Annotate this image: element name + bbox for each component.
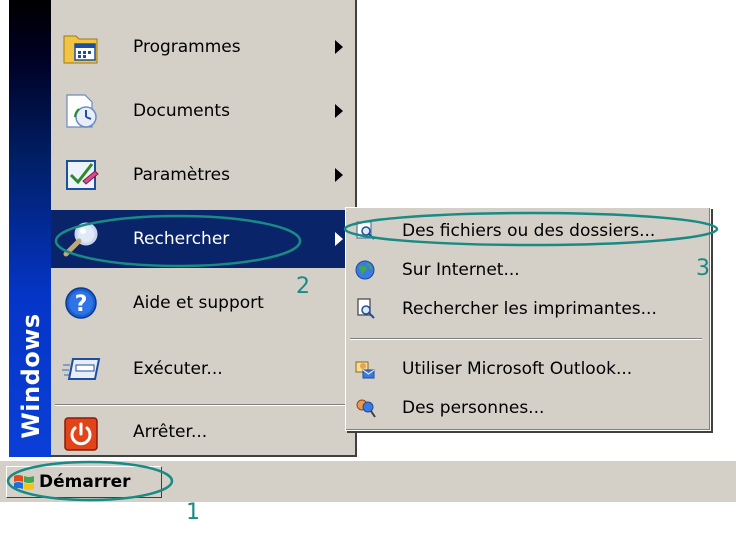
annotation-step-3: 3	[696, 256, 710, 281]
search-submenu: Des fichiers ou des dossiers... Sur Inte…	[345, 207, 711, 431]
submenu-item-people[interactable]: Des personnes...	[346, 389, 710, 427]
menu-item-label: Paramètres	[133, 165, 230, 185]
menu-item-label: Documents	[133, 101, 230, 121]
annotation-step-1: 1	[186, 500, 200, 525]
windows-logo-icon	[14, 475, 34, 490]
start-button[interactable]: Démarrer	[6, 466, 162, 498]
magnifier-icon	[63, 222, 98, 257]
taskbar: Démarrer	[0, 460, 736, 533]
menu-item-label: Exécuter...	[133, 359, 223, 379]
submenu-item-outlook[interactable]: Utiliser Microsoft Outlook...	[346, 350, 710, 388]
start-menu-item-arreter[interactable]: Arrêter...	[51, 410, 355, 454]
submenu-item-label: Des fichiers ou des dossiers...	[402, 221, 656, 241]
annotation-step-2: 2	[296, 274, 310, 299]
submenu-item-label: Rechercher les imprimantes...	[402, 299, 657, 319]
start-menu-item-documents[interactable]: Documents	[51, 82, 355, 140]
start-menu-item-executer[interactable]: Exécuter...	[51, 340, 355, 398]
start-menu: Windows Programmes Documents Paramètres …	[9, 0, 357, 457]
submenu-arrow-icon	[335, 40, 343, 54]
shutdown-icon	[64, 417, 98, 451]
menu-item-label: Rechercher	[133, 229, 230, 249]
menu-item-label: Aide et support	[133, 293, 264, 313]
start-menu-item-programmes[interactable]: Programmes	[51, 18, 355, 76]
menu-separator	[55, 404, 351, 406]
help-icon: ?	[65, 287, 97, 319]
svg-text:?: ?	[75, 292, 88, 317]
submenu-separator	[350, 338, 702, 340]
find-files-icon	[356, 221, 375, 240]
documents-icon	[66, 94, 97, 128]
people-icon	[356, 399, 376, 418]
menu-item-label: Arrêter...	[133, 422, 208, 442]
taskbar-band: Démarrer	[0, 460, 736, 502]
submenu-item-printers[interactable]: Rechercher les imprimantes...	[346, 290, 710, 328]
menu-item-label: Programmes	[133, 37, 241, 57]
submenu-arrow-icon	[335, 104, 343, 118]
submenu-arrow-icon	[335, 232, 343, 246]
start-menu-item-rechercher[interactable]: Rechercher	[51, 210, 355, 268]
submenu-item-label: Sur Internet...	[402, 260, 520, 280]
submenu-arrow-icon	[335, 168, 343, 182]
windows-brand-strip: Windows	[9, 0, 51, 457]
find-printer-icon	[357, 298, 375, 319]
programs-folder-icon	[63, 35, 98, 64]
windows-brand-text: Windows	[17, 313, 45, 439]
submenu-item-internet[interactable]: Sur Internet...	[346, 251, 710, 289]
submenu-item-files-folders[interactable]: Des fichiers ou des dossiers...	[346, 212, 710, 250]
globe-search-icon	[355, 260, 375, 280]
submenu-item-label: Utiliser Microsoft Outlook...	[402, 359, 633, 379]
run-icon	[62, 358, 101, 380]
outlook-icon	[355, 361, 375, 379]
submenu-item-label: Des personnes...	[402, 398, 545, 418]
start-menu-item-parametres[interactable]: Paramètres	[51, 146, 355, 204]
start-button-label: Démarrer	[39, 472, 131, 492]
settings-icon	[66, 160, 99, 190]
